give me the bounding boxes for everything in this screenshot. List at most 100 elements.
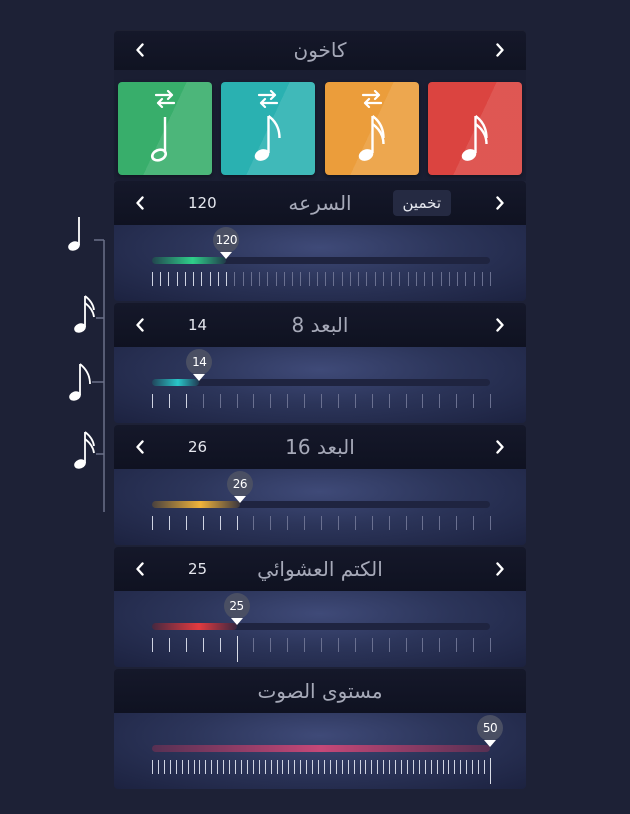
tick (236, 394, 238, 408)
tick (282, 760, 284, 774)
whole-note-green-button[interactable] (118, 82, 212, 175)
tick (250, 272, 252, 286)
volume-handle[interactable]: 50 (477, 715, 503, 747)
tick (219, 638, 221, 652)
tempo-track[interactable] (152, 257, 490, 264)
tick (323, 760, 325, 774)
sixteenth-handle[interactable]: 26 (226, 471, 253, 503)
tick (300, 760, 302, 774)
sixteenth-slider[interactable]: 26 (114, 469, 526, 545)
sixteenth-note-icon-2 (74, 431, 95, 469)
sixteenth-track[interactable] (152, 501, 490, 508)
sixteenth-handle-value: 26 (226, 471, 253, 497)
tap-tempo-button[interactable]: تخمين (392, 190, 451, 216)
sixteenth-note-orange-button[interactable] (324, 82, 419, 175)
sixteenth-note-red-button[interactable] (427, 82, 522, 175)
tick (405, 638, 407, 652)
tick (473, 272, 475, 286)
tick (472, 760, 474, 774)
quarter-note-icon (68, 217, 80, 251)
tempo-increase-button[interactable] (491, 194, 509, 212)
tick (405, 394, 407, 408)
tick (401, 760, 403, 774)
tick (389, 760, 391, 774)
volume-fill (152, 745, 490, 752)
tick (405, 516, 407, 530)
app-panel: كاخون 120 السرعه تخمين 120 14 البعد 8 14… (114, 30, 526, 791)
mute-handle[interactable]: 25 (223, 593, 250, 625)
volume-section: مستوى الصوت 50 (114, 669, 526, 789)
mute-cursor-line (236, 636, 238, 662)
tick (287, 394, 289, 408)
chevron-left-icon (136, 196, 144, 210)
mute-slider[interactable]: 25 (114, 591, 526, 667)
eighth-increase-button[interactable] (491, 316, 509, 334)
tick (199, 760, 201, 774)
tick (318, 760, 320, 774)
volume-track[interactable] (152, 745, 490, 752)
tick (456, 394, 458, 408)
tick (236, 516, 238, 530)
tick (235, 760, 237, 774)
tick (391, 272, 393, 286)
tick (407, 272, 409, 286)
eighth-note-teal-button[interactable] (221, 82, 316, 175)
sixteenth-header: 26 البعد 16 (114, 425, 526, 469)
tick (465, 272, 467, 286)
tick (292, 272, 294, 286)
tick (168, 516, 170, 530)
tick (316, 272, 318, 286)
tick (406, 760, 408, 774)
eighth-decrease-button[interactable] (131, 316, 149, 334)
mute-header: 25 الكتم العشوائي (114, 547, 526, 591)
tick (456, 638, 458, 652)
note-bracket (62, 212, 112, 512)
tick (349, 272, 351, 286)
tick (185, 516, 187, 530)
tick (226, 272, 228, 286)
tick (152, 394, 153, 408)
tick (168, 272, 170, 286)
handle-pointer-icon (233, 496, 246, 503)
tick (202, 638, 204, 652)
tick (383, 760, 385, 774)
tick (395, 760, 397, 774)
instrument-title: كاخون (293, 38, 347, 62)
eighth-handle-value: 14 (186, 349, 213, 375)
sixteenth-title: البعد 16 (285, 435, 355, 459)
tick (337, 516, 339, 530)
tick (246, 760, 248, 774)
tick (440, 272, 442, 286)
tick (466, 760, 468, 774)
chevron-right-icon (496, 196, 504, 210)
tempo-slider[interactable]: 120 (114, 225, 526, 301)
tempo-handle[interactable]: 120 (213, 227, 240, 259)
volume-slider[interactable]: 50 (114, 713, 526, 789)
mute-handle-value: 25 (223, 593, 250, 619)
tempo-decrease-button[interactable] (131, 194, 149, 212)
tick (335, 760, 337, 774)
next-instrument-button[interactable] (491, 41, 509, 59)
eighth-handle[interactable]: 14 (186, 349, 213, 381)
tick (478, 760, 480, 774)
tick (448, 272, 450, 286)
mute-track[interactable] (152, 623, 490, 630)
chevron-right-icon (496, 562, 504, 576)
tick (436, 760, 438, 774)
tick (321, 516, 322, 530)
prev-instrument-button[interactable] (131, 41, 149, 59)
swap-icon (154, 89, 176, 112)
tick (270, 394, 272, 408)
sixteenth-increase-button[interactable] (491, 438, 509, 456)
eighth-slider[interactable]: 14 (114, 347, 526, 423)
tick (288, 760, 290, 774)
tick (270, 760, 272, 774)
tick (333, 272, 335, 286)
swap-icon (361, 89, 383, 112)
tick (283, 272, 285, 286)
sixteenth-decrease-button[interactable] (131, 438, 149, 456)
mute-decrease-button[interactable] (131, 560, 149, 578)
tick (415, 272, 417, 286)
mute-increase-button[interactable] (491, 560, 509, 578)
tick (490, 394, 491, 408)
